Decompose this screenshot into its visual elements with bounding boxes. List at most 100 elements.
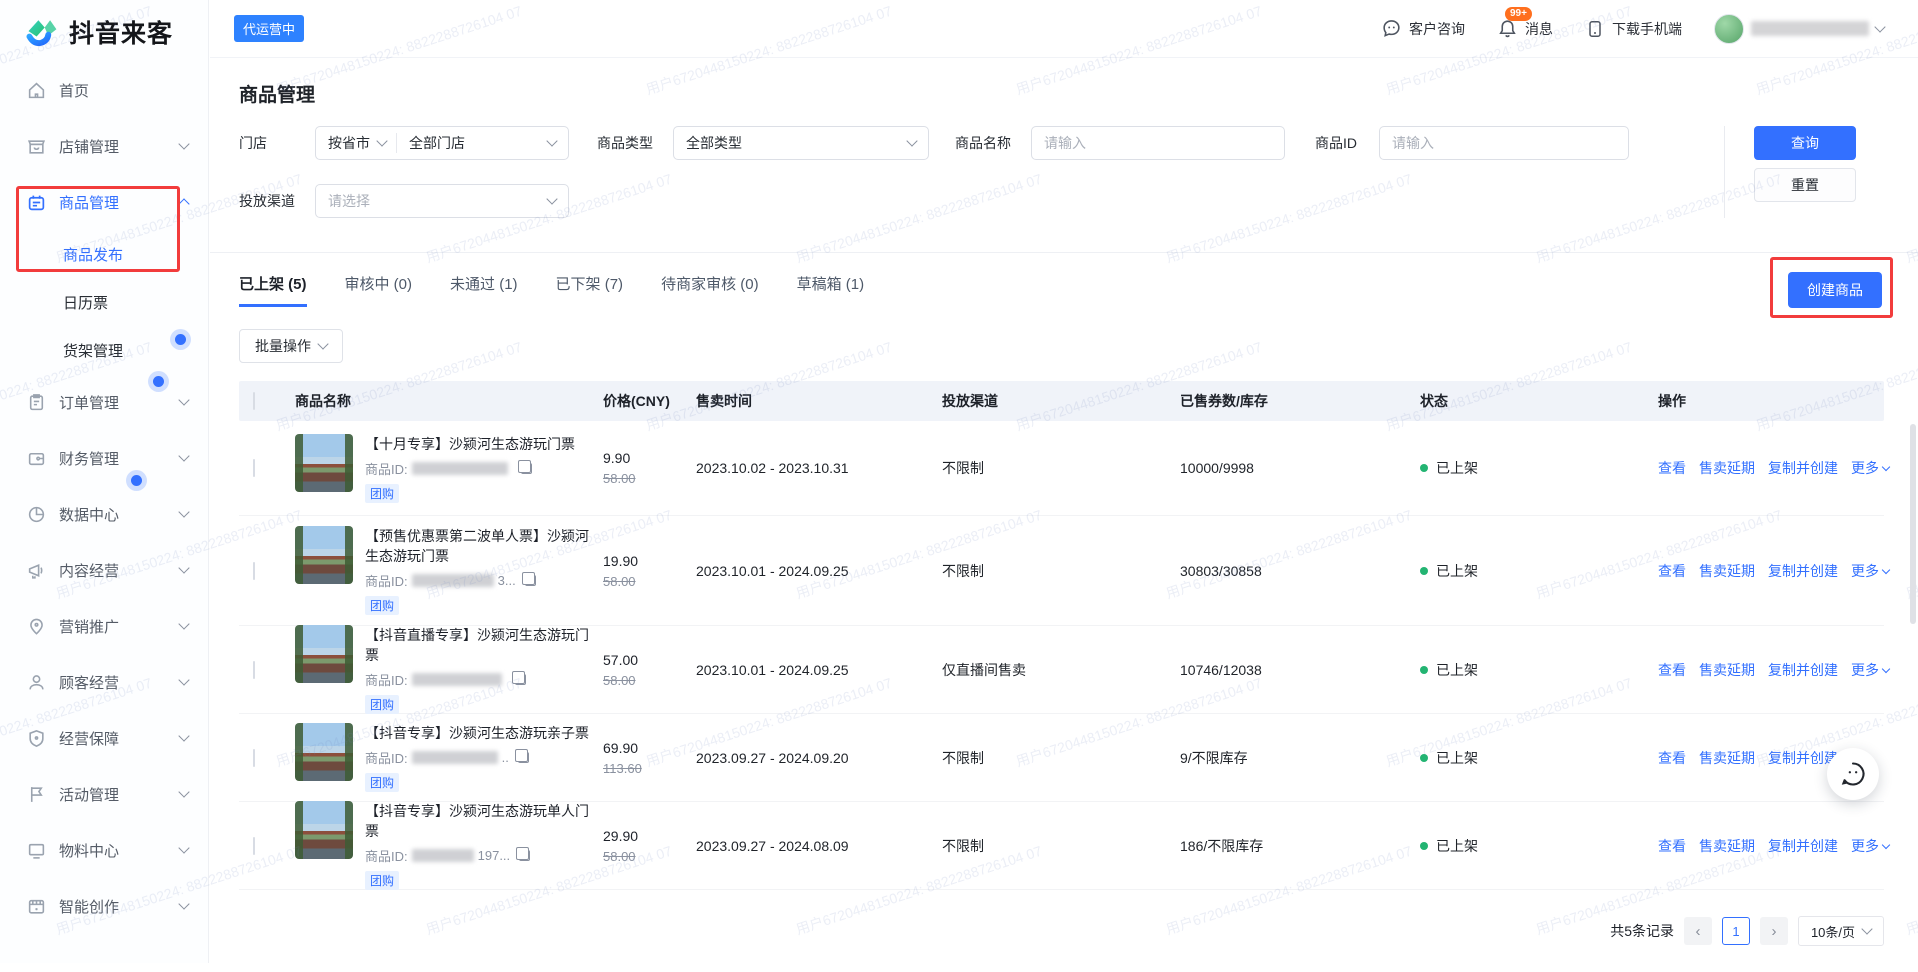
download-app-button[interactable]: 下载手机端 — [1585, 19, 1682, 39]
sidebar-item-label: 商品管理 — [59, 192, 180, 213]
copy-create-link[interactable]: 复制并创建 — [1768, 561, 1838, 581]
messages-button[interactable]: 99+ 消息 — [1497, 18, 1553, 39]
view-link[interactable]: 查看 — [1658, 660, 1686, 680]
sidebar-item-label: 店铺管理 — [59, 136, 180, 157]
extend-sale-link[interactable]: 售卖延期 — [1699, 561, 1755, 581]
tab-rejected[interactable]: 未通过 (1) — [450, 273, 518, 307]
extend-sale-link[interactable]: 售卖延期 — [1699, 458, 1755, 478]
copy-create-link[interactable]: 复制并创建 — [1768, 836, 1838, 856]
row-checkbox[interactable] — [253, 562, 255, 580]
name-filter-label: 商品名称 — [955, 133, 1017, 153]
copy-icon[interactable] — [521, 463, 532, 474]
product-name-input[interactable] — [1032, 135, 1284, 151]
groupbuy-tag[interactable]: 团购 — [365, 871, 399, 890]
groupbuy-tag[interactable]: 团购 — [365, 773, 399, 792]
channel-select[interactable]: 请选择 — [315, 184, 569, 218]
sale-time: 2023.10.01 - 2024.09.25 — [696, 563, 942, 579]
user-account[interactable] — [1714, 14, 1884, 44]
copy-create-link[interactable]: 复制并创建 — [1768, 660, 1838, 680]
product-id-input[interactable] — [1380, 135, 1628, 151]
prev-page-button[interactable]: ‹ — [1684, 917, 1712, 945]
view-link[interactable]: 查看 — [1658, 748, 1686, 768]
tab-on-shelf[interactable]: 已上架 (5) — [239, 273, 307, 307]
col-status: 状态 — [1420, 391, 1658, 411]
page-size-select[interactable]: 10条/页 — [1798, 916, 1884, 946]
search-button[interactable]: 查询 — [1754, 126, 1856, 160]
product-id-label: 商品ID: — [365, 571, 408, 590]
product-id-label: 商品ID: — [365, 459, 408, 478]
extend-sale-link[interactable]: 售卖延期 — [1699, 836, 1755, 856]
product-title: 【抖音专享】沙颍河生态游玩单人门票 — [365, 801, 593, 841]
reset-button[interactable]: 重置 — [1754, 168, 1856, 202]
copy-create-link[interactable]: 复制并创建 — [1768, 458, 1838, 478]
sidebar-item-customer-operation[interactable]: 顾客经营 — [0, 654, 208, 710]
sidebar-item-product-management[interactable]: 商品管理 — [0, 174, 208, 230]
table-row: 【抖音专享】沙颍河生态游玩亲子票 商品ID:.. 团购 69.90113.60 … — [239, 714, 1884, 802]
sidebar-subitem-calendar-ticket[interactable]: 日历票 — [0, 278, 208, 326]
more-link[interactable]: 更多 — [1851, 458, 1889, 478]
sidebar-item-data-center[interactable]: 数据中心 — [0, 486, 208, 542]
sold-stock: 186/不限库存 — [1180, 836, 1420, 856]
row-checkbox[interactable] — [253, 661, 255, 679]
batch-operation-button[interactable]: 批量操作 — [239, 329, 343, 363]
col-product-name: 商品名称 — [295, 391, 603, 411]
current-page-button[interactable]: 1 — [1722, 917, 1750, 945]
sidebar-item-content-operation[interactable]: 内容经营 — [0, 542, 208, 598]
more-link[interactable]: 更多 — [1851, 561, 1889, 581]
extend-sale-link[interactable]: 售卖延期 — [1699, 748, 1755, 768]
tab-under-review[interactable]: 审核中 (0) — [345, 273, 413, 307]
chevron-down-icon — [546, 135, 557, 146]
chevron-down-icon — [1882, 565, 1890, 573]
customer-service-button[interactable]: 客户咨询 — [1381, 18, 1465, 39]
table-row: 【抖音专享】沙颍河生态游玩单人门票 商品ID:197... 团购 29.9058… — [239, 802, 1884, 890]
tab-off-shelf[interactable]: 已下架 (7) — [556, 273, 624, 307]
extend-sale-link[interactable]: 售卖延期 — [1699, 660, 1755, 680]
sidebar-item-material-center[interactable]: 物料中心 — [0, 822, 208, 878]
sidebar-item-shop-management[interactable]: 店铺管理 — [0, 118, 208, 174]
more-link[interactable]: 更多 — [1851, 836, 1889, 856]
sidebar-subitem-shelf-management[interactable]: 货架管理 — [0, 326, 208, 374]
row-checkbox[interactable] — [253, 749, 255, 767]
status-text: 已上架 — [1436, 458, 1478, 478]
view-link[interactable]: 查看 — [1658, 458, 1686, 478]
sold-stock: 30803/30858 — [1180, 563, 1420, 579]
next-page-button[interactable]: › — [1760, 917, 1788, 945]
page-size-value: 10条/页 — [1811, 922, 1855, 941]
view-link[interactable]: 查看 — [1658, 836, 1686, 856]
store-select[interactable]: 按省市 全部门店 — [315, 126, 569, 160]
sidebar-item-home[interactable]: 首页 — [0, 62, 208, 118]
tab-pending-merchant-review[interactable]: 待商家审核 (0) — [661, 273, 759, 307]
product-id-redacted — [412, 574, 494, 587]
copy-icon[interactable] — [515, 674, 526, 685]
filter-zone: 门店 按省市 全部门店 商品类型 全部类型 商品名称 商品ID — [239, 126, 1884, 218]
sidebar-nav: 首页 店铺管理 商品管理 商品发布 日历票 货架管理 订单管理 — [0, 62, 208, 934]
row-checkbox[interactable] — [253, 459, 255, 477]
tab-drafts[interactable]: 草稿箱 (1) — [797, 273, 865, 307]
col-channel: 投放渠道 — [942, 391, 1180, 411]
vertical-scrollbar[interactable] — [1910, 424, 1916, 624]
floating-customer-service-button[interactable] — [1827, 748, 1879, 800]
sidebar-item-smart-creation[interactable]: 智能创作 — [0, 878, 208, 934]
sidebar-item-activity-management[interactable]: 活动管理 — [0, 766, 208, 822]
table-row: 【预售优惠票第二波单人票】沙颍河生态游玩门票 商品ID:3... 团购 19.9… — [239, 516, 1884, 626]
sidebar-item-business-protection[interactable]: 经营保障 — [0, 710, 208, 766]
sidebar-item-order-management[interactable]: 订单管理 — [0, 374, 208, 430]
groupbuy-tag[interactable]: 团购 — [365, 484, 399, 503]
copy-icon[interactable] — [519, 850, 530, 861]
product-id-suffix: 3... — [498, 573, 516, 588]
sidebar-item-finance-management[interactable]: 财务管理 — [0, 430, 208, 486]
select-all-checkbox[interactable] — [253, 392, 255, 410]
groupbuy-tag[interactable]: 团购 — [365, 695, 399, 714]
copy-icon[interactable] — [518, 752, 529, 763]
row-checkbox[interactable] — [253, 837, 255, 855]
groupbuy-tag[interactable]: 团购 — [365, 596, 399, 615]
view-link[interactable]: 查看 — [1658, 561, 1686, 581]
sold-stock: 9/不限库存 — [1180, 748, 1420, 768]
sidebar-item-marketing-promotion[interactable]: 营销推广 — [0, 598, 208, 654]
channel-placeholder: 请选择 — [328, 191, 370, 211]
product-type-select[interactable]: 全部类型 — [673, 126, 929, 160]
copy-icon[interactable] — [525, 575, 536, 586]
create-product-button[interactable]: 创建商品 — [1788, 272, 1882, 308]
sidebar-subitem-product-publish[interactable]: 商品发布 — [0, 230, 208, 278]
more-link[interactable]: 更多 — [1851, 660, 1889, 680]
